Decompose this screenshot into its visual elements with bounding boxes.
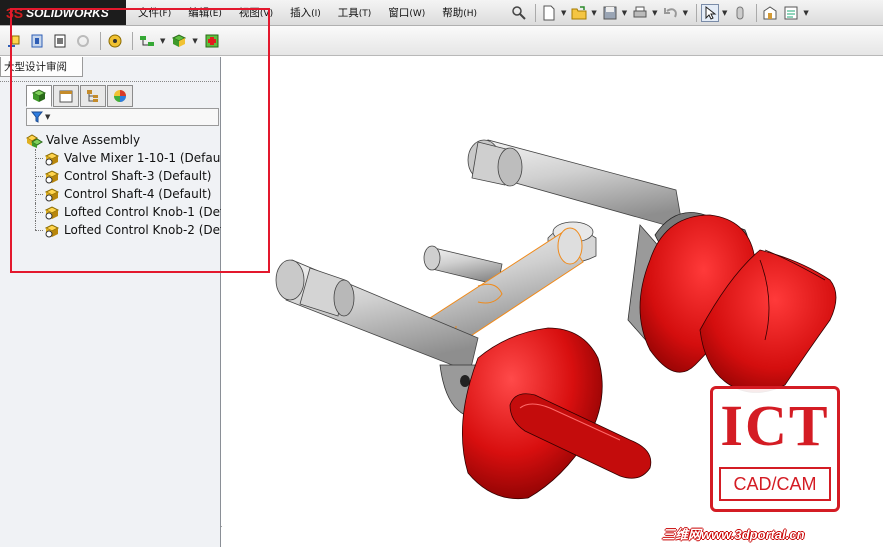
menu-edit[interactable]: 编辑(E) bbox=[188, 5, 222, 20]
display-manager-tab[interactable] bbox=[107, 85, 133, 107]
chevron-down-icon[interactable]: ▼ bbox=[45, 113, 50, 121]
chevron-down-icon[interactable]: ▼ bbox=[622, 9, 627, 17]
lofted-control-knob-left[interactable] bbox=[461, 327, 652, 500]
chevron-down-icon[interactable]: ▼ bbox=[683, 9, 688, 17]
insert-component-icon[interactable] bbox=[202, 31, 222, 51]
options-icon[interactable] bbox=[782, 4, 800, 22]
chevron-down-icon[interactable]: ▼ bbox=[652, 9, 657, 17]
tree-item-label: Lofted Control Knob-1 (Default) bbox=[64, 205, 221, 219]
separator bbox=[0, 81, 221, 82]
chevron-down-icon[interactable]: ▼ bbox=[722, 9, 727, 17]
rebuild-icon[interactable] bbox=[731, 4, 749, 22]
tree-item-label: Control Shaft-4 (Default) bbox=[64, 187, 212, 201]
assembly-toolbar: ▼ ▼ bbox=[0, 26, 883, 56]
site-watermark: 三维网www.3dportal.cn bbox=[662, 527, 805, 542]
mate-icon[interactable] bbox=[137, 31, 157, 51]
show-hidden-icon[interactable] bbox=[27, 31, 47, 51]
chevron-down-icon[interactable]: ▼ bbox=[561, 9, 566, 17]
component-icon bbox=[44, 205, 60, 219]
separator bbox=[756, 4, 758, 22]
separator bbox=[132, 32, 133, 50]
menu-help[interactable]: 帮助(H) bbox=[442, 5, 477, 20]
property-manager-tab[interactable] bbox=[53, 85, 79, 107]
menu-insert[interactable]: 插入(I) bbox=[290, 5, 321, 20]
manager-tabs bbox=[26, 85, 134, 107]
tree-item-label: Valve Mixer 1-10-1 (Default) bbox=[64, 151, 221, 165]
title-menu-bar: 3S SOLIDWORKS 文件(F) 编辑(E) 视图(V) 插入(I) 工具… bbox=[0, 0, 883, 26]
component-icon bbox=[44, 169, 60, 183]
tree-item[interactable]: Valve Mixer 1-10-1 (Default) bbox=[26, 149, 221, 167]
chevron-down-icon[interactable]: ▼ bbox=[192, 37, 197, 45]
tree-root[interactable]: Valve Assembly bbox=[26, 131, 221, 149]
tree-item-label: Control Shaft-3 (Default) bbox=[64, 169, 212, 183]
separator bbox=[695, 4, 697, 22]
large-design-review-tab[interactable]: 大型设计审阅 bbox=[0, 57, 83, 77]
menu-view[interactable]: 视图(V) bbox=[239, 5, 273, 20]
file-properties-icon[interactable] bbox=[761, 4, 779, 22]
new-document-icon[interactable] bbox=[540, 4, 558, 22]
tree-filter[interactable]: ▼ bbox=[26, 108, 219, 126]
solidworks-window: 3S SOLIDWORKS 文件(F) 编辑(E) 视图(V) 插入(I) 工具… bbox=[0, 0, 883, 547]
ict-badge-text: ICT bbox=[720, 393, 830, 458]
menu-file[interactable]: 文件(F) bbox=[138, 5, 171, 20]
assembly-feature-icon[interactable] bbox=[169, 31, 189, 51]
lofted-control-knob-right[interactable] bbox=[627, 212, 837, 393]
open-subassembly-icon[interactable] bbox=[4, 31, 24, 51]
ict-watermark-badge: ICT CAD/CAM bbox=[710, 386, 840, 512]
configuration-manager-tab[interactable] bbox=[80, 85, 106, 107]
menu-window[interactable]: 窗口(W) bbox=[388, 5, 425, 20]
undo-icon[interactable] bbox=[662, 4, 680, 22]
tree-item[interactable]: Control Shaft-4 (Default) bbox=[26, 185, 221, 203]
load-component-icon[interactable] bbox=[50, 31, 70, 51]
graphics-area[interactable]: ICT CAD/CAM 三维网www.3dportal.cn bbox=[222, 57, 883, 547]
tree-item[interactable]: Lofted Control Knob-1 (Default) bbox=[26, 203, 221, 221]
chevron-down-icon[interactable]: ▼ bbox=[160, 37, 165, 45]
feature-manager-tab[interactable] bbox=[26, 85, 52, 107]
solidworks-logo[interactable]: 3S SOLIDWORKS bbox=[0, 0, 126, 25]
tree-item[interactable]: Lofted Control Knob-2 (Default) bbox=[26, 221, 221, 239]
ict-badge-subtitle: CAD/CAM bbox=[719, 467, 831, 501]
assembly-icon bbox=[26, 133, 43, 148]
separator bbox=[100, 32, 101, 50]
print-icon[interactable] bbox=[631, 4, 649, 22]
feature-manager-panel: 大型设计审阅 ▼ Valve Assembly Valve Mixer 1-10… bbox=[0, 57, 221, 547]
menu-bar: 文件(F) 编辑(E) 视图(V) 插入(I) 工具(T) 窗口(W) 帮助(H… bbox=[138, 0, 494, 25]
feature-tree: Valve Assembly Valve Mixer 1-10-1 (Defau… bbox=[26, 131, 221, 239]
component-properties-icon[interactable] bbox=[105, 31, 125, 51]
separator bbox=[535, 4, 536, 22]
chevron-down-icon[interactable]: ▼ bbox=[803, 9, 808, 17]
tree-item[interactable]: Control Shaft-3 (Default) bbox=[26, 167, 221, 185]
ds-logo-mark: 3S bbox=[6, 4, 24, 21]
lower-shaft[interactable] bbox=[275, 259, 481, 416]
component-icon bbox=[44, 187, 60, 201]
filter-icon bbox=[31, 111, 43, 123]
select-arrow-icon[interactable] bbox=[700, 4, 719, 22]
chevron-down-icon[interactable]: ▼ bbox=[591, 9, 596, 17]
logo-text: SOLIDWORKS bbox=[26, 5, 109, 20]
save-icon[interactable] bbox=[601, 4, 619, 22]
component-icon bbox=[44, 151, 60, 165]
component-icon bbox=[44, 223, 60, 237]
menu-tools[interactable]: 工具(T) bbox=[338, 5, 372, 20]
tree-item-label: Lofted Control Knob-2 (Default) bbox=[64, 223, 221, 237]
selective-open-icon[interactable] bbox=[73, 31, 93, 51]
open-folder-icon[interactable] bbox=[570, 4, 588, 22]
pin-icon[interactable] bbox=[510, 4, 528, 22]
tree-root-label: Valve Assembly bbox=[46, 133, 141, 147]
standard-toolbar: ▼ ▼ ▼ ▼ ▼ ▼ ▼ bbox=[510, 2, 813, 24]
